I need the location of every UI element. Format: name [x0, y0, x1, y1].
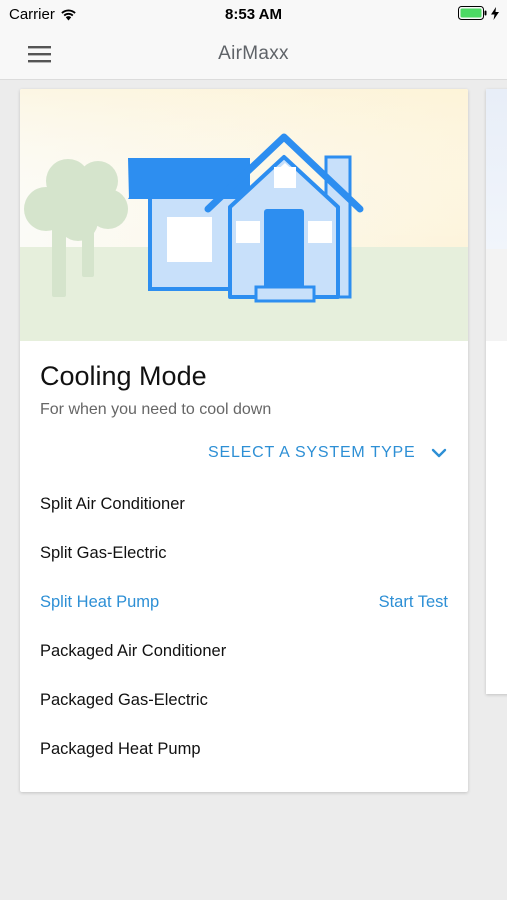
next-card-illustration [486, 89, 507, 249]
system-item-split-gas-electric[interactable]: Split Gas-Electric [20, 529, 468, 578]
next-card-ground [486, 249, 507, 341]
system-item-label: Split Air Conditioner [40, 495, 185, 513]
battery-indicator [458, 6, 499, 20]
mode-subtitle: For when you need to cool down [40, 401, 272, 418]
system-item-label: Packaged Heat Pump [40, 740, 201, 758]
battery-icon [458, 6, 487, 20]
system-item-label: Packaged Air Conditioner [40, 642, 227, 660]
bolt-icon [491, 6, 499, 20]
cooling-mode-card: Cooling Mode For when you need to cool d… [20, 89, 468, 792]
system-type-dropdown[interactable]: SELECT A SYSTEM TYPE [208, 444, 447, 462]
system-item-packaged-air-conditioner[interactable]: Packaged Air Conditioner [20, 627, 468, 676]
system-item-label: Split Heat Pump [40, 593, 160, 611]
system-item-packaged-heat-pump[interactable]: Packaged Heat Pump [20, 725, 468, 774]
next-mode-card[interactable] [486, 89, 507, 694]
system-item-label: Split Gas-Electric [40, 544, 167, 562]
system-item-packaged-gas-electric[interactable]: Packaged Gas-Electric [20, 676, 468, 725]
mode-title: Cooling Mode [40, 361, 207, 391]
clock: 8:53 AM [225, 6, 282, 23]
start-test-button[interactable]: Start Test [379, 593, 448, 612]
system-type-list: Split Air Conditioner Split Gas-Electric… [20, 480, 468, 774]
house-illustration-svg [20, 89, 468, 341]
house-illustration [20, 89, 468, 341]
system-type-dropdown-label: SELECT A SYSTEM TYPE [208, 444, 416, 461]
system-item-label: Packaged Gas-Electric [40, 691, 208, 709]
app-bar: AirMaxx [0, 28, 507, 80]
system-item-split-heat-pump[interactable]: Split Heat Pump Start Test [20, 578, 468, 627]
app-title: AirMaxx [218, 43, 289, 64]
system-item-split-air-conditioner[interactable]: Split Air Conditioner [20, 480, 468, 529]
status-bar: Carrier 8:53 AM [0, 0, 507, 28]
chevron-down-icon [432, 448, 447, 458]
